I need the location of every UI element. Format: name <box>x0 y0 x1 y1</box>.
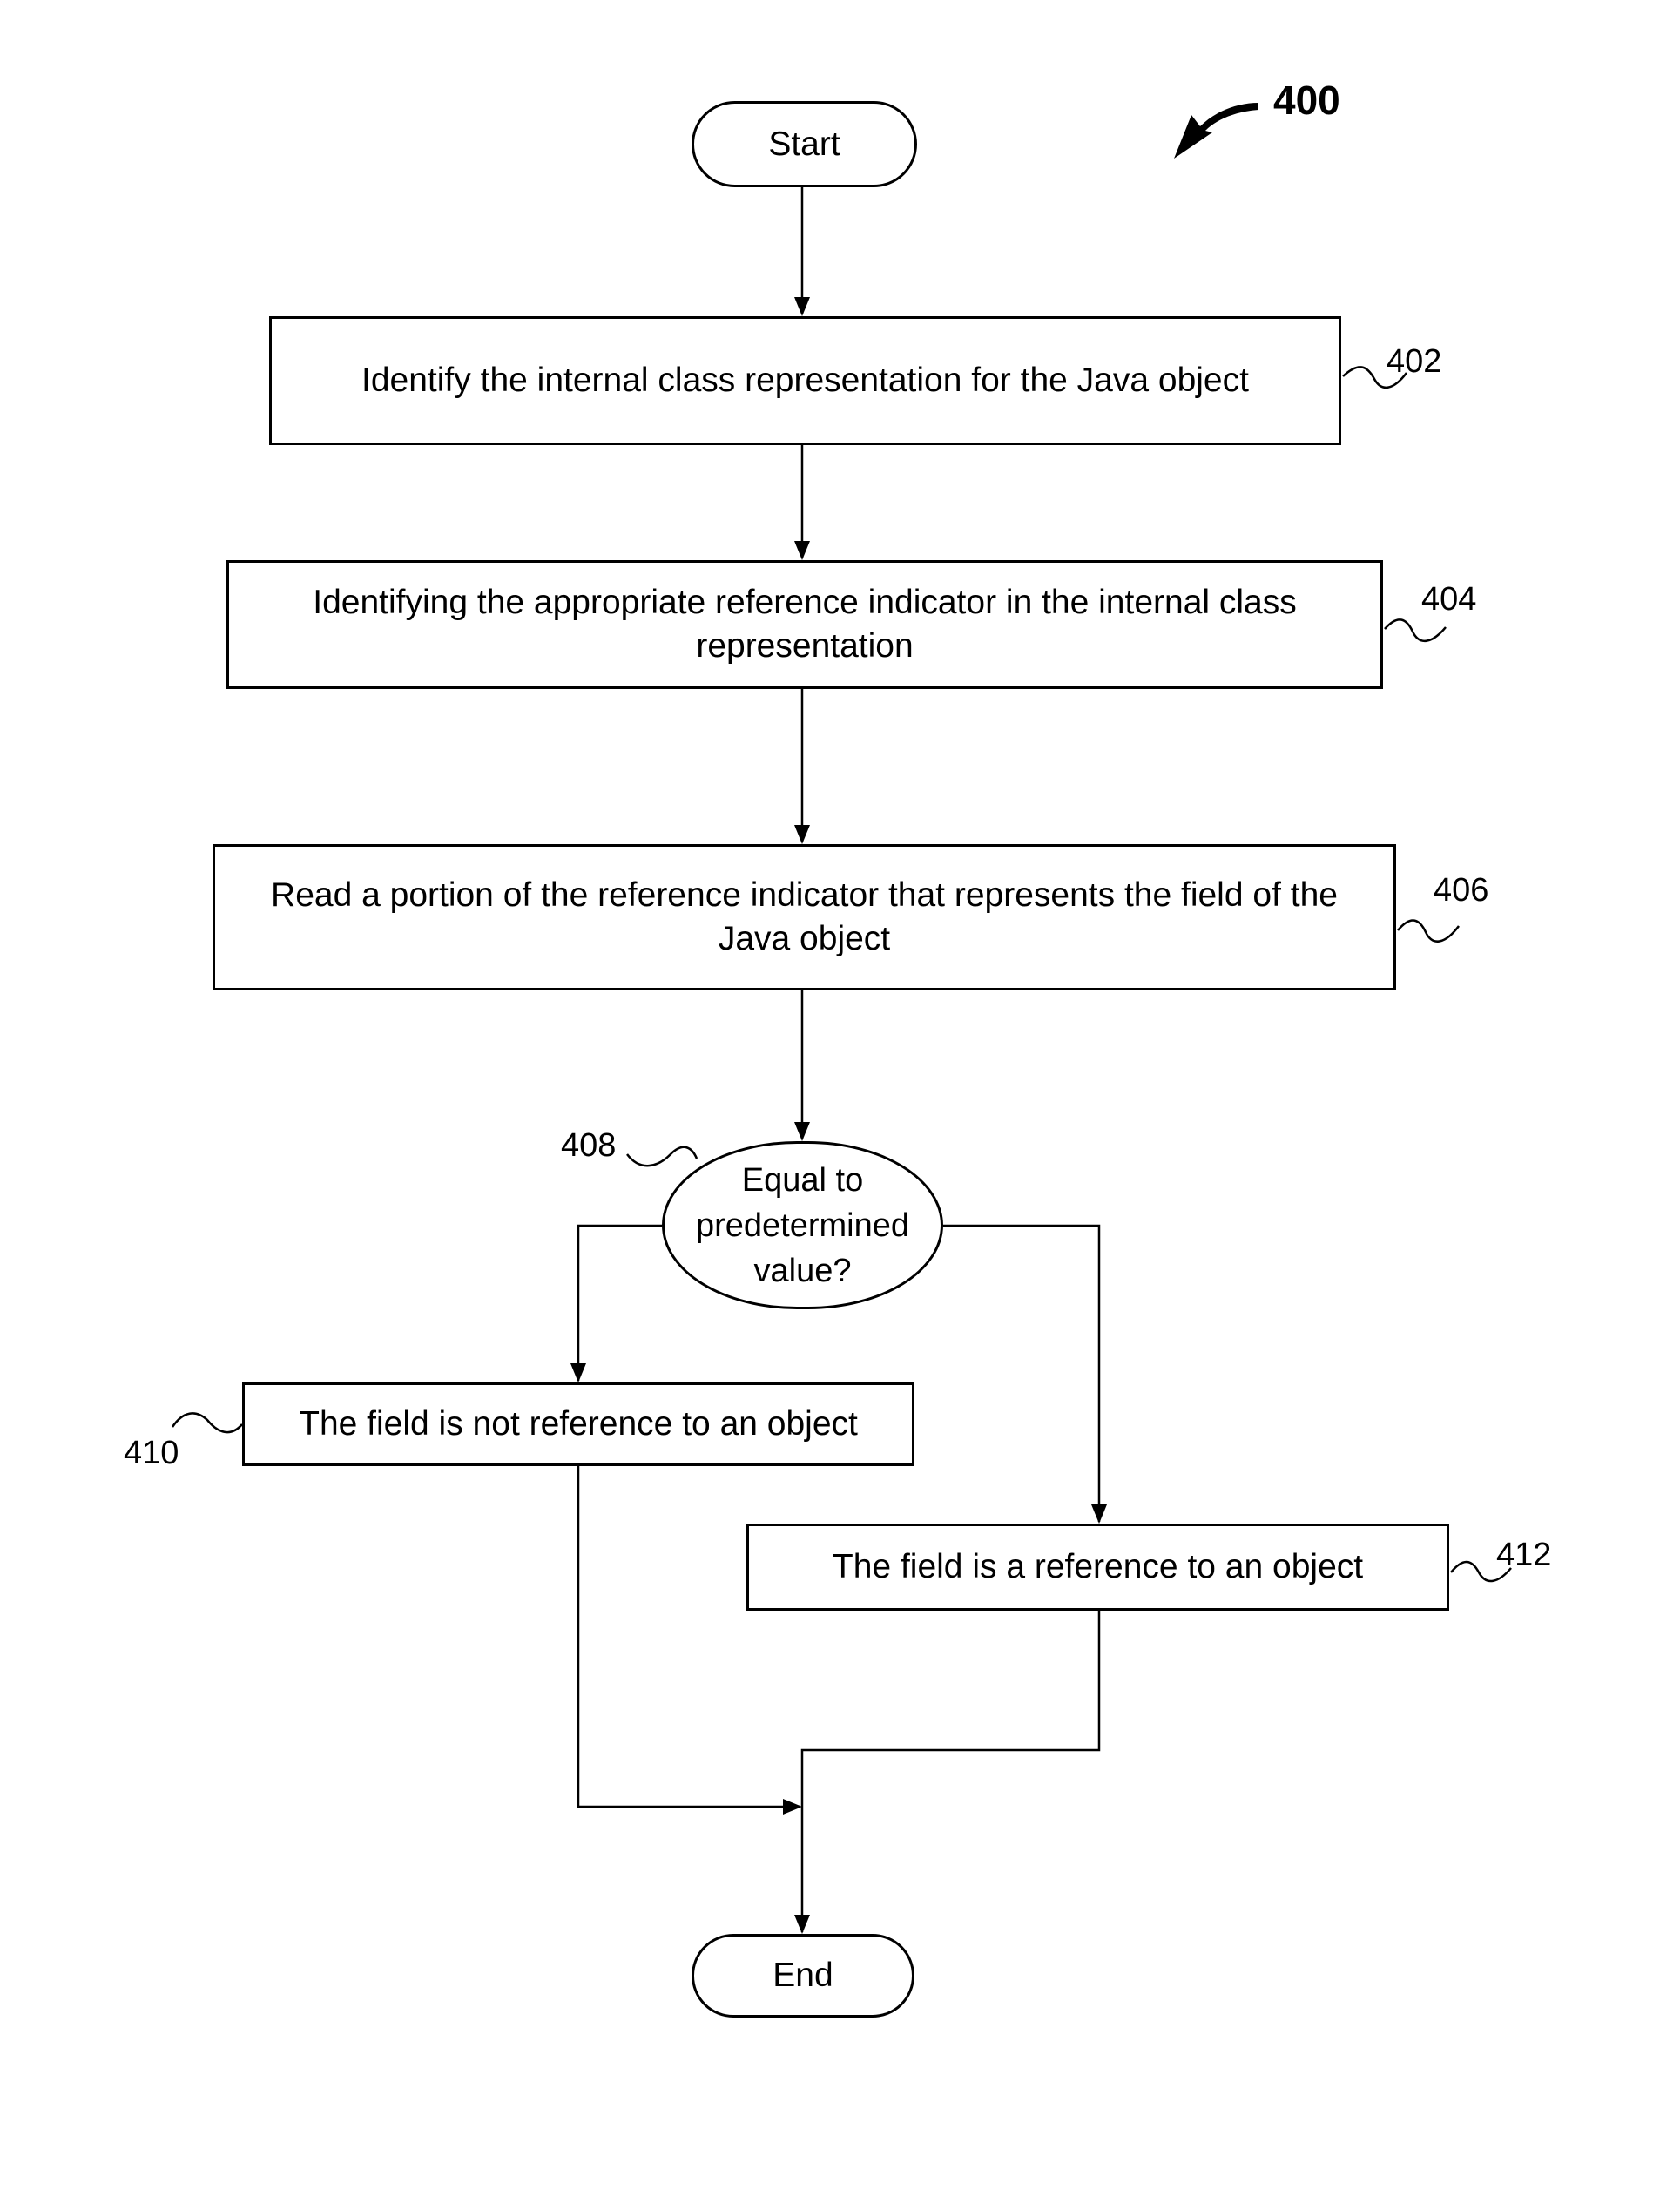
start-terminal: Start <box>692 101 917 187</box>
step-412: The field is a reference to an object <box>746 1524 1449 1611</box>
arrow-410-to-merge <box>577 1466 802 1815</box>
step-406: Read a portion of the reference indicato… <box>213 844 1396 990</box>
decision-408-label: Equal to predetermined value? <box>695 1161 910 1289</box>
leader-410 <box>171 1412 243 1434</box>
arrow-408-to-412 <box>943 1224 1107 1524</box>
leader-406 <box>1397 919 1460 943</box>
step-406-label: Read a portion of the reference indicato… <box>271 876 1338 957</box>
ref-412: 412 <box>1496 1537 1552 1573</box>
leader-404 <box>1384 618 1447 642</box>
step-412-label: The field is a reference to an object <box>832 1548 1364 1585</box>
step-402: Identify the internal class representati… <box>269 316 1341 445</box>
step-402-label: Identify the internal class representati… <box>361 362 1249 399</box>
ref-406: 406 <box>1434 872 1489 909</box>
ref-410: 410 <box>124 1435 179 1471</box>
start-label: Start <box>768 125 840 163</box>
ref-402: 402 <box>1387 343 1442 380</box>
decision-408: Equal to predetermined value? <box>662 1141 943 1309</box>
end-label: End <box>773 1957 833 1994</box>
end-terminal: End <box>692 1934 914 2018</box>
step-404-label: Identifying the appropriate reference in… <box>313 584 1297 665</box>
step-410-label: The field is not reference to an object <box>299 1405 858 1443</box>
arrow-408-to-410 <box>570 1224 662 1382</box>
line-412-to-merge <box>794 1611 1101 1934</box>
ref-408: 408 <box>561 1127 617 1164</box>
step-410: The field is not reference to an object <box>242 1382 914 1466</box>
figure-number: 400 <box>1273 78 1340 123</box>
ref-404: 404 <box>1421 581 1477 618</box>
figure-arrow-icon <box>1174 103 1258 159</box>
step-404: Identifying the appropriate reference in… <box>226 560 1383 689</box>
